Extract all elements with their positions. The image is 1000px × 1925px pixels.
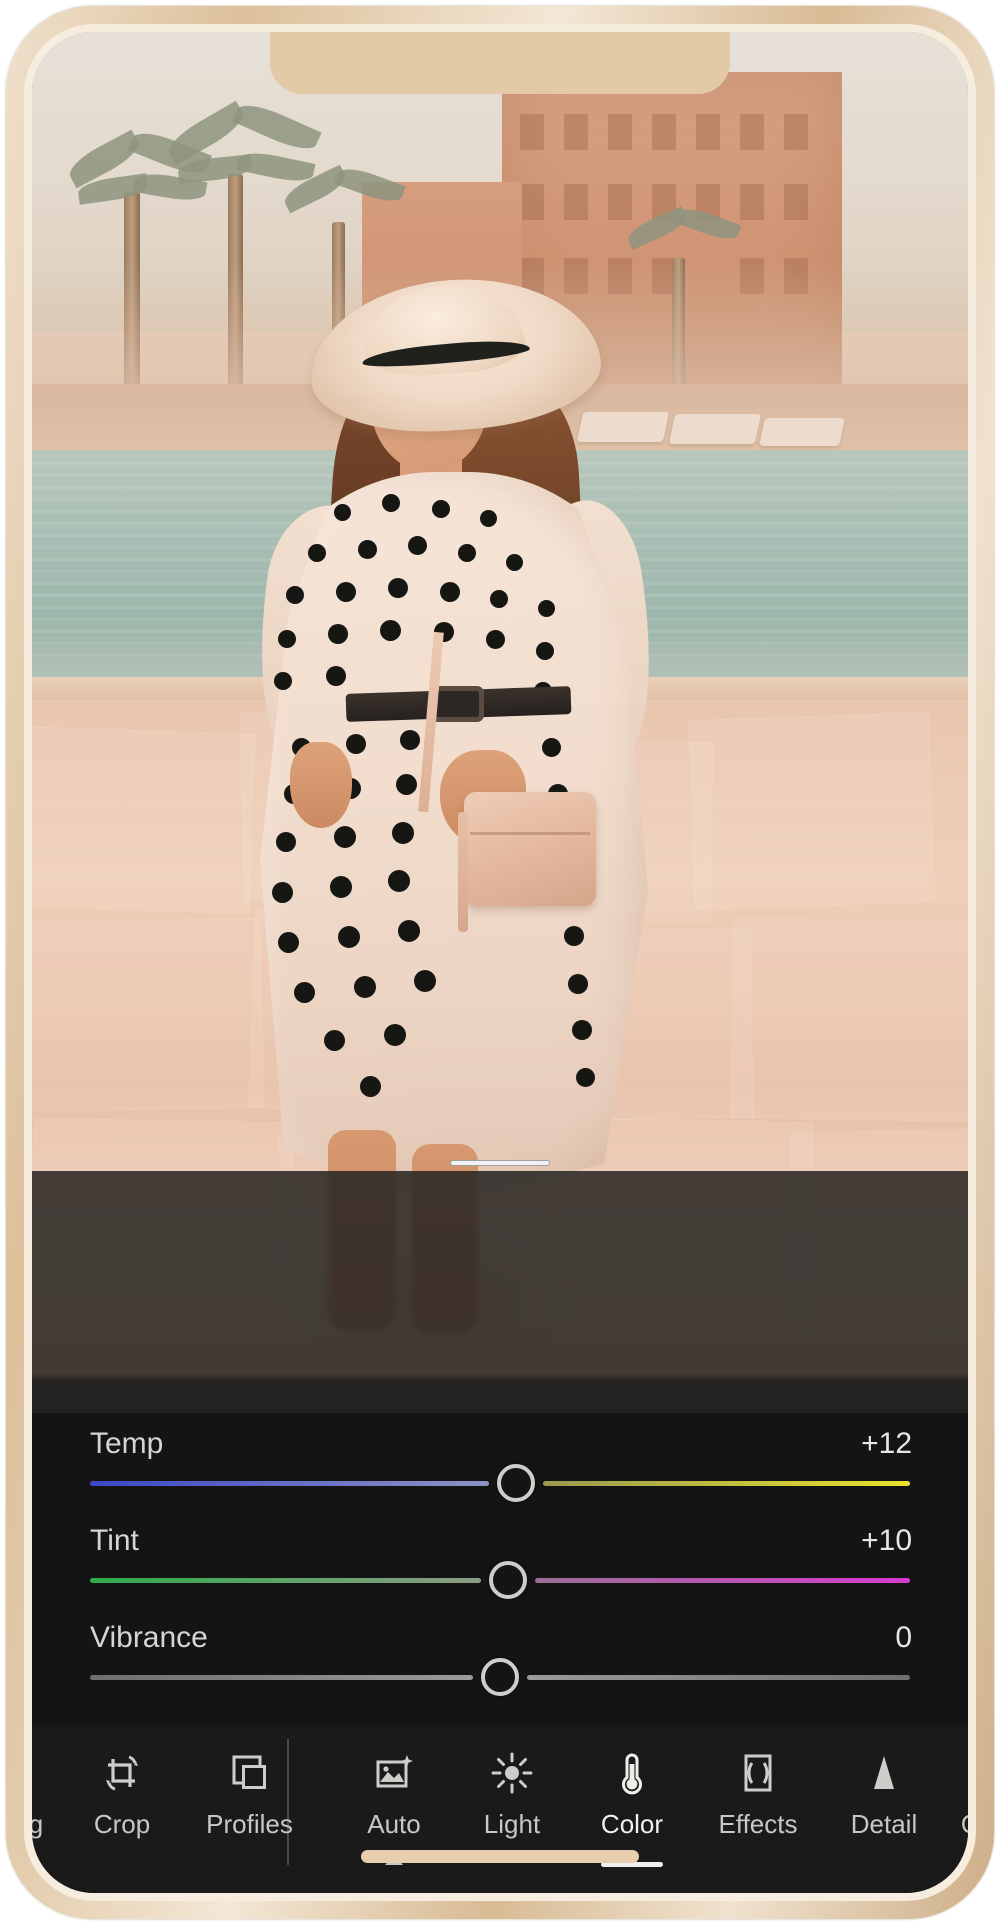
tool-healing-label: g bbox=[32, 1809, 44, 1839]
tool-crop-label: Crop bbox=[93, 1809, 151, 1839]
handbag bbox=[464, 792, 596, 906]
profiles-icon bbox=[227, 1747, 273, 1799]
crop-rotate-icon bbox=[99, 1747, 145, 1799]
sun-icon bbox=[489, 1747, 535, 1799]
tool-effects[interactable]: Effects bbox=[693, 1725, 823, 1893]
slider-temp-track[interactable] bbox=[90, 1464, 910, 1502]
slider-temp-thumb[interactable] bbox=[497, 1464, 536, 1502]
slider-temp-track-right bbox=[543, 1481, 910, 1486]
thermometer-icon bbox=[609, 1747, 655, 1799]
effects-frame-icon bbox=[735, 1747, 781, 1799]
slider-temp-track-left bbox=[90, 1481, 490, 1486]
phone-screen: B & W Grading bbox=[32, 32, 968, 1893]
hand-left bbox=[290, 742, 352, 828]
image-scrub-handle[interactable] bbox=[450, 1160, 550, 1166]
tool-detail[interactable]: Detail bbox=[823, 1725, 945, 1893]
bottom-toolbar: g Crop Profiles Auto Light Color Effects… bbox=[32, 1725, 968, 1893]
phone-bezel: B & W Grading bbox=[24, 24, 976, 1901]
slider-vibrance-track[interactable] bbox=[90, 1658, 910, 1696]
slider-vibrance-label: Vibrance bbox=[90, 1621, 208, 1654]
slider-vibrance-thumb[interactable] bbox=[481, 1658, 519, 1696]
tool-profiles-label: Profiles bbox=[206, 1809, 293, 1839]
slider-tint-thumb[interactable] bbox=[489, 1561, 528, 1599]
tool-effects-label: Effects bbox=[718, 1809, 798, 1839]
slider-temp[interactable]: Temp +12 bbox=[32, 1413, 968, 1510]
slider-tint-track[interactable] bbox=[90, 1561, 910, 1599]
phone-notch bbox=[270, 32, 730, 94]
phone-frame: B & W Grading bbox=[6, 6, 994, 1919]
bag-tassel bbox=[458, 812, 468, 932]
tool-optics-label: O bbox=[961, 1809, 968, 1840]
slider-vibrance[interactable]: Vibrance 0 bbox=[32, 1607, 968, 1704]
pool-lounger bbox=[668, 414, 762, 444]
slider-vibrance-track-left bbox=[90, 1675, 473, 1680]
triangle-detail-icon bbox=[861, 1747, 907, 1799]
slider-tint-value: +10 bbox=[861, 1524, 912, 1557]
tool-detail-label: Detail bbox=[850, 1809, 918, 1839]
bag-zipper bbox=[470, 832, 590, 835]
slider-temp-label: Temp bbox=[90, 1427, 164, 1460]
slider-tint-label: Tint bbox=[90, 1524, 139, 1557]
color-panel-header: B & W Grading bbox=[32, 1171, 968, 1413]
tool-auto-label: Auto bbox=[367, 1809, 421, 1839]
tool-crop[interactable]: Crop bbox=[62, 1725, 182, 1893]
slider-temp-value: +12 bbox=[861, 1427, 912, 1460]
home-indicator[interactable] bbox=[361, 1850, 639, 1863]
tool-healing[interactable]: g bbox=[32, 1725, 62, 1893]
tool-light-label: Light bbox=[483, 1809, 541, 1839]
tool-color-label: Color bbox=[600, 1809, 664, 1839]
slider-vibrance-track-right bbox=[527, 1675, 910, 1680]
auto-enhance-icon bbox=[371, 1747, 417, 1799]
tool-color[interactable]: Color bbox=[571, 1725, 693, 1893]
tool-optics[interactable]: O bbox=[945, 1725, 968, 1893]
slider-tint[interactable]: Tint +10 bbox=[32, 1510, 968, 1607]
slider-tint-track-left bbox=[90, 1578, 482, 1583]
tool-light[interactable]: Light bbox=[453, 1725, 571, 1893]
tool-profiles[interactable]: Profiles bbox=[182, 1725, 317, 1893]
pool-lounger bbox=[759, 418, 845, 446]
tool-auto[interactable]: Auto bbox=[335, 1725, 453, 1893]
slider-vibrance-value: 0 bbox=[895, 1621, 912, 1654]
slider-tint-track-right bbox=[535, 1578, 910, 1583]
